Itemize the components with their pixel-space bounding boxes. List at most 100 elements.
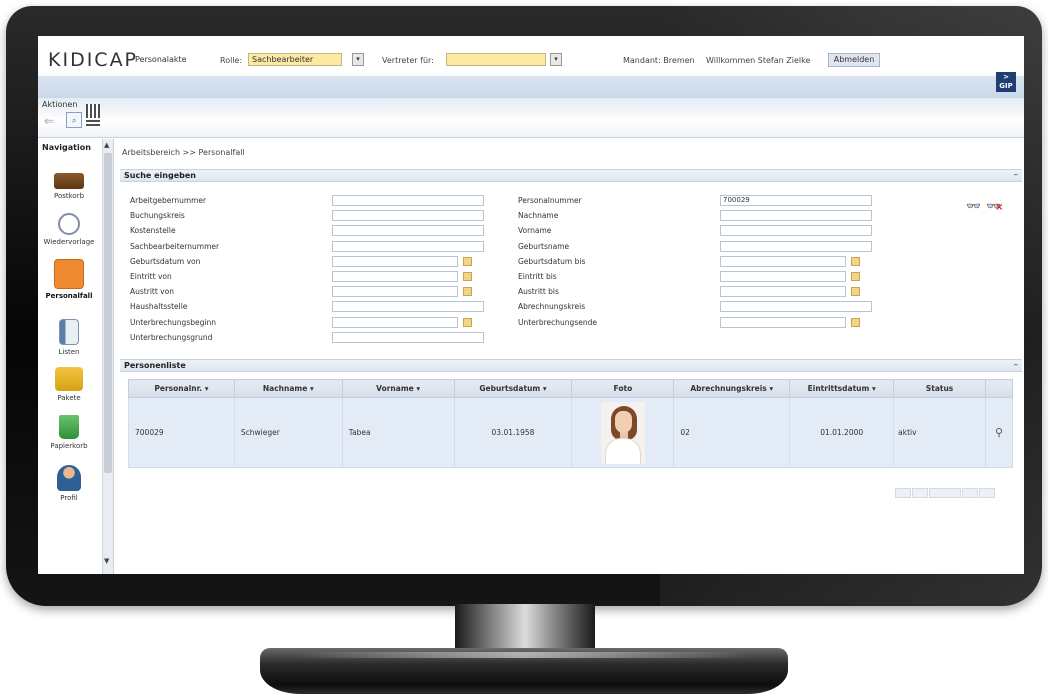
monitor-neck xyxy=(455,604,595,650)
column-header-personalnr[interactable]: Personalnr. ▾ xyxy=(128,379,235,398)
text-field[interactable] xyxy=(332,316,458,328)
chevron-down-icon[interactable]: ▼ xyxy=(104,557,109,565)
trash-icon xyxy=(59,415,79,439)
search-window-icon[interactable]: ⌕ xyxy=(66,112,82,128)
text-field[interactable] xyxy=(332,301,484,313)
table-row[interactable]: 700029 Schwieger Tabea 03.01.1958 02 01.… xyxy=(128,397,1014,468)
column-header-label: Eintrittsdatum xyxy=(807,384,870,393)
column-header-nachname[interactable]: Nachname ▾ xyxy=(233,379,343,398)
qr-code-icon[interactable] xyxy=(86,104,100,118)
column-header-geburtsdatum[interactable]: Geburtsdatum ▾ xyxy=(453,379,573,398)
calendar-icon[interactable] xyxy=(851,317,860,327)
text-field[interactable] xyxy=(720,240,872,252)
field-label: Austritt von xyxy=(130,287,174,297)
text-field[interactable] xyxy=(720,225,872,237)
binoculars-icon[interactable]: 👓 xyxy=(966,199,981,213)
text-field[interactable] xyxy=(720,210,872,222)
calendar-icon[interactable] xyxy=(851,256,860,266)
text-field[interactable] xyxy=(332,195,484,206)
app-screen: KIDICAP Personalakte Rolle: Sachbearbeit… xyxy=(38,36,1024,574)
pager-next-button[interactable] xyxy=(962,488,978,498)
deputy-select-dropdown-icon[interactable]: ▾ xyxy=(550,53,562,66)
search-section-header[interactable]: Suche eingeben – xyxy=(120,169,1022,182)
pager-prev-button[interactable] xyxy=(912,488,928,498)
sidebar-item-postkorb[interactable]: Postkorb xyxy=(38,163,100,200)
text-field[interactable] xyxy=(720,316,846,328)
app-header: KIDICAP Personalakte Rolle: Sachbearbeit… xyxy=(38,36,1024,98)
text-field[interactable] xyxy=(332,225,484,237)
field-label: Austritt bis xyxy=(518,287,559,297)
welcome-text: Willkommen Stefan Zielke xyxy=(706,56,811,65)
cell-abrechnungskreis: 02 xyxy=(673,397,791,468)
breadcrumb[interactable]: Arbeitsbereich >> Personalfall xyxy=(122,148,245,157)
role-select[interactable]: Sachbearbeiter xyxy=(248,53,342,66)
text-field[interactable] xyxy=(332,255,458,267)
chevron-up-icon[interactable]: ▲ xyxy=(104,141,109,149)
field-label: Unterbrechungsende xyxy=(518,317,597,327)
deputy-select[interactable] xyxy=(446,53,546,66)
column-header-vorname[interactable]: Vorname ▾ xyxy=(341,379,455,398)
deputy-label: Vertreter für: xyxy=(382,56,434,65)
calendar-icon[interactable] xyxy=(463,272,472,281)
field-label: Sachbearbeiternummer xyxy=(130,241,220,251)
arrow-left-icon[interactable]: ⇐ xyxy=(44,115,62,127)
field-label: Geburtsname xyxy=(518,241,570,251)
binoculars-clear-icon[interactable]: 👓 xyxy=(986,199,1003,213)
navigation-title: Navigation xyxy=(42,143,91,152)
gip-logo-text: GIP xyxy=(999,82,1013,90)
text-field[interactable]: 700029 xyxy=(720,195,872,206)
calendar-icon[interactable] xyxy=(463,287,472,297)
sidebar-item-label: Listen xyxy=(58,348,80,356)
field-label: Buchungskreis xyxy=(130,211,185,221)
sidebar-item-wiedervorlage[interactable]: Wiedervorlage xyxy=(38,213,100,246)
column-header-label: Status xyxy=(925,384,954,393)
sidebar-item-pakete[interactable]: Pakete xyxy=(38,367,100,402)
sidebar-item-profil[interactable]: Profil xyxy=(38,465,100,502)
role-select-dropdown-icon[interactable]: ▾ xyxy=(352,53,364,66)
calendar-icon[interactable] xyxy=(851,287,860,297)
person-list-header[interactable]: Personenliste – xyxy=(120,359,1022,372)
main-content: Arbeitsbereich >> Personalfall Suche ein… xyxy=(118,139,1024,574)
pager-page-field[interactable] xyxy=(929,488,961,498)
sidebar-item-papierkorb[interactable]: Papierkorb xyxy=(38,415,100,450)
field-label: Kostenstelle xyxy=(130,226,176,236)
column-header-eintrittsdatum[interactable]: Eintrittsdatum ▾ xyxy=(789,379,895,398)
qr-code-icon-lower[interactable] xyxy=(86,118,100,126)
text-field[interactable] xyxy=(332,210,484,222)
field-label: Vorname xyxy=(518,226,552,236)
text-field[interactable] xyxy=(720,255,846,267)
column-header-abrechnungskreis[interactable]: Abrechnungskreis ▾ xyxy=(673,379,791,398)
text-field[interactable] xyxy=(720,286,846,298)
sidebar-item-label: Postkorb xyxy=(53,192,85,200)
magnifier-icon[interactable]: ⚲ xyxy=(984,397,1014,468)
calendar-icon[interactable] xyxy=(463,317,472,327)
text-field[interactable] xyxy=(332,271,458,282)
person-table: Personalnr. ▾ Nachname ▾ Vorname ▾ Gebur… xyxy=(128,379,1014,468)
text-field[interactable] xyxy=(720,271,846,282)
text-field[interactable] xyxy=(332,240,484,252)
column-header-label: Foto xyxy=(613,384,633,393)
pager-last-button[interactable] xyxy=(979,488,995,498)
sidebar-item-label: Papierkorb xyxy=(50,442,88,450)
sidebar-item-personalfall[interactable]: Personalfall xyxy=(38,259,100,300)
sidebar-item-label: Pakete xyxy=(57,394,81,402)
text-field[interactable] xyxy=(332,286,458,298)
calendar-icon[interactable] xyxy=(463,256,472,266)
field-label: Haushaltsstelle xyxy=(130,302,188,312)
text-field[interactable] xyxy=(332,331,484,343)
actions-toolbar: Aktionen ⇐ ⌕ xyxy=(38,98,1024,138)
inbox-icon xyxy=(54,173,84,189)
sidebar-item-listen[interactable]: Listen xyxy=(38,319,100,356)
pager-first-button[interactable] xyxy=(895,488,911,498)
list-document-icon xyxy=(59,319,79,345)
column-header-action xyxy=(984,379,1014,398)
field-label: Arbeitgebernummer xyxy=(130,196,207,205)
sidebar-scrollbar[interactable]: ▲ ▼ xyxy=(102,139,113,574)
text-field[interactable] xyxy=(720,301,872,313)
calendar-icon[interactable] xyxy=(851,272,860,281)
column-header-status: Status xyxy=(893,379,986,398)
collapse-icon[interactable]: – xyxy=(1014,170,1019,180)
scroll-thumb[interactable] xyxy=(104,153,112,473)
logout-button[interactable]: Abmelden xyxy=(828,53,880,67)
collapse-icon[interactable]: – xyxy=(1014,360,1019,370)
